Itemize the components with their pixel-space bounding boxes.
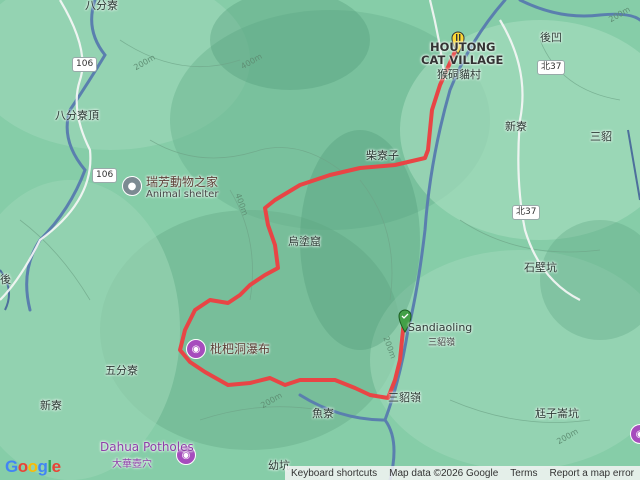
place-animal-shelter-en: Animal shelter [146, 189, 219, 200]
place-xinliao-sw: 新寮 [40, 399, 62, 412]
place-xinliao-ne: 新寮 [505, 120, 527, 133]
road-bei37-shield-mid: 北37 [512, 205, 541, 220]
terms-link[interactable]: Terms [504, 468, 543, 479]
road-106-shield-top: 106 [72, 57, 98, 72]
road-bei37-shield-top: 北37 [537, 60, 566, 75]
place-hou-edge: 後 [0, 273, 11, 286]
road-106-shield-mid: 106 [92, 168, 118, 183]
place-sandiaoling-en: Sandiaoling [408, 321, 473, 334]
place-sandiaoling-zh: 三貂嶺 [388, 391, 421, 404]
google-logo[interactable]: Google [5, 457, 61, 477]
place-wufenliao: 五分寮 [105, 364, 138, 377]
waterfall-camera-icon[interactable]: ◉ [186, 339, 206, 359]
animal-shelter-icon[interactable]: ● [122, 176, 142, 196]
keyboard-shortcuts-link[interactable]: Keyboard shortcuts [285, 468, 383, 479]
place-pipadong-waterfall[interactable]: 枇杷洞瀑布 [210, 340, 270, 357]
place-bafenliao: 八分寮 [85, 0, 118, 12]
place-shibikeng: 石壁坑 [524, 261, 557, 274]
place-yuliao: 魚寮 [312, 407, 334, 420]
place-houao: 後凹 [540, 31, 562, 44]
place-chailiaozi: 柴寮子 [366, 149, 399, 162]
report-error-link[interactable]: Report a map error [544, 468, 640, 479]
place-bafenliao-ding: 八分寮頂 [55, 109, 99, 122]
place-sandiaoling-zh-small: 三貂嶺 [428, 338, 456, 348]
place-animal-shelter-zh[interactable]: 瑞芳動物之家 [146, 173, 218, 190]
place-dahua-en[interactable]: Dahua Potholes [100, 440, 194, 454]
map-data-attribution: Map data ©2026 Google [389, 467, 499, 479]
place-zhizikankeng: 尪子崙坑 [535, 407, 579, 420]
place-sanshao-ne: 三貂 [590, 130, 612, 143]
place-wutuku: 烏塗窟 [288, 235, 321, 248]
place-cat-village-en: CAT VILLAGE [421, 53, 504, 67]
place-houtong: HOUTONG [430, 40, 496, 54]
place-dahua-zh: 大華壺穴 [112, 459, 152, 470]
place-cat-village-zh: 猴硐貓村 [437, 68, 481, 81]
map-footer: Keyboard shortcuts Map data ©2026 Google… [284, 466, 640, 480]
